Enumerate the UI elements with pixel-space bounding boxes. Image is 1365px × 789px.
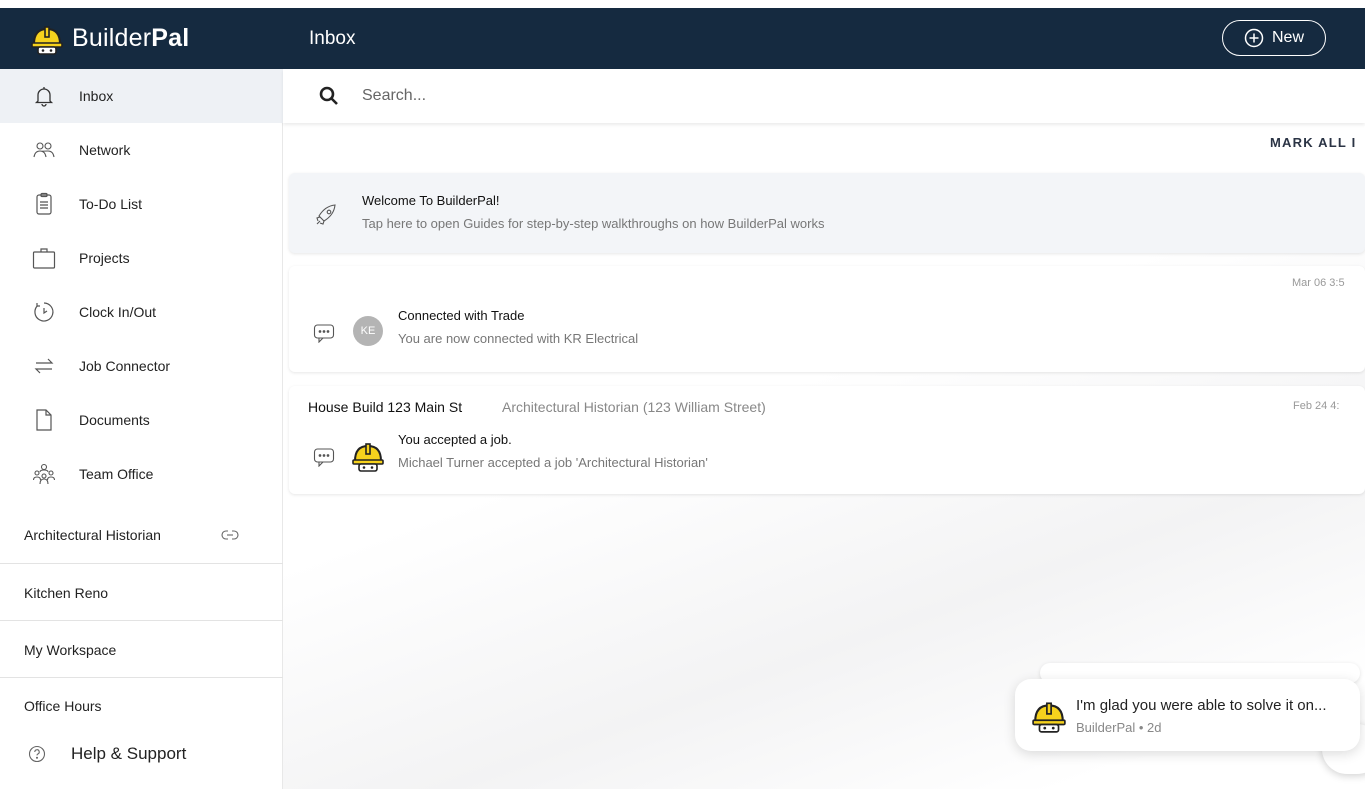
sidebar-item-label: Network — [79, 142, 131, 158]
brand[interactable]: BuilderPal — [30, 8, 189, 69]
sidebar-item-network[interactable]: Network — [0, 123, 283, 177]
workspace-label: My Workspace — [24, 641, 117, 658]
workspace-my-workspace[interactable]: My Workspace — [0, 621, 283, 678]
sidebar-item-label: Job Connector — [79, 358, 171, 374]
link-icon — [221, 530, 239, 540]
clipboard-icon — [36, 192, 52, 215]
workspace-architectural-historian[interactable]: Architectural Historian — [0, 506, 283, 563]
welcome-subtitle: Tap here to open Guides for step-by-step… — [362, 216, 825, 231]
timer-icon — [34, 302, 54, 322]
people-icon — [33, 142, 55, 158]
toast-message: I'm glad you were able to solve it on... — [1076, 697, 1327, 714]
new-button[interactable]: New — [1222, 20, 1326, 56]
message-subtitle: You are now connected with KR Electrical — [398, 331, 639, 346]
chat-bubble-icon — [313, 448, 335, 467]
chat-bubble-icon — [313, 324, 335, 343]
search-icon — [319, 86, 338, 105]
document-icon — [36, 409, 52, 431]
message-time: Mar 06 3:5 — [1292, 277, 1345, 289]
sidebar-item-inbox[interactable]: Inbox — [0, 69, 283, 123]
sidebar-item-team-office[interactable]: Team Office — [0, 447, 283, 501]
plus-circle-icon — [1244, 28, 1264, 48]
sidebar-item-label: Projects — [79, 250, 130, 266]
team-icon — [32, 463, 56, 485]
workspace-label: Kitchen Reno — [24, 584, 109, 601]
workspace-office-hours[interactable]: Office Hours — [0, 678, 283, 734]
sidebar-item-label: Team Office — [79, 466, 154, 482]
message-time: Feb 24 4: — [1293, 400, 1340, 412]
welcome-title: Welcome To BuilderPal! — [362, 193, 500, 208]
new-button-label: New — [1271, 29, 1304, 46]
hard-hat-avatar-icon — [1032, 702, 1066, 733]
chat-toast[interactable]: I'm glad you were able to solve it on...… — [1015, 679, 1360, 751]
message-card[interactable]: House Build 123 Main St Architectural Hi… — [289, 386, 1365, 494]
sidebar-item-label: Inbox — [79, 88, 114, 104]
sidebar-item-documents[interactable]: Documents — [0, 393, 283, 447]
rocket-icon — [316, 204, 336, 225]
search-bar — [283, 69, 1365, 123]
brand-name: BuilderPal — [72, 24, 190, 52]
toast-meta: BuilderPal • 2d — [1076, 720, 1162, 735]
briefcase-icon — [32, 248, 56, 269]
avatar: KE — [353, 316, 383, 346]
sidebar-item-job-connector[interactable]: Job Connector — [0, 339, 283, 393]
search-input[interactable] — [362, 81, 1262, 111]
message-subtitle: Michael Turner accepted a job 'Architect… — [398, 455, 708, 470]
top-strip — [0, 0, 1365, 8]
sidebar-item-clock[interactable]: Clock In/Out — [0, 285, 283, 339]
sidebar-item-projects[interactable]: Projects — [0, 231, 283, 285]
mark-all-read-button[interactable]: MARK ALL I — [1270, 135, 1356, 150]
page-title: Inbox — [309, 28, 356, 49]
top-bar: BuilderPal Inbox New — [0, 8, 1365, 69]
help-support-link[interactable]: Help & Support — [0, 736, 283, 772]
help-support-label: Help & Support — [71, 744, 187, 763]
message-title: You accepted a job. — [398, 432, 512, 447]
hard-hat-avatar-icon — [352, 443, 384, 472]
sidebar: Inbox Network To-Do List Projects Clock … — [0, 69, 283, 789]
welcome-card[interactable]: Welcome To BuilderPal! Tap here to open … — [289, 173, 1365, 253]
sidebar-item-label: Clock In/Out — [79, 304, 157, 320]
workspace-label: Architectural Historian — [24, 526, 161, 543]
bell-icon — [34, 87, 54, 107]
sidebar-item-label: Documents — [79, 412, 150, 428]
project-subtitle: Architectural Historian (123 William Str… — [502, 399, 766, 415]
question-circle-icon — [28, 745, 46, 763]
sidebar-item-label: To-Do List — [79, 196, 143, 212]
hard-hat-logo-icon — [31, 25, 63, 55]
sidebar-item-todo[interactable]: To-Do List — [0, 177, 283, 231]
message-card[interactable]: Mar 06 3:5 KE Connected with Trade You a… — [289, 266, 1365, 372]
workspace-kitchen-reno[interactable]: Kitchen Reno — [0, 564, 283, 621]
arrows-icon — [34, 358, 54, 374]
message-title: Connected with Trade — [398, 308, 525, 323]
workspace-label: Office Hours — [24, 698, 102, 714]
project-title: House Build 123 Main St — [308, 399, 463, 415]
